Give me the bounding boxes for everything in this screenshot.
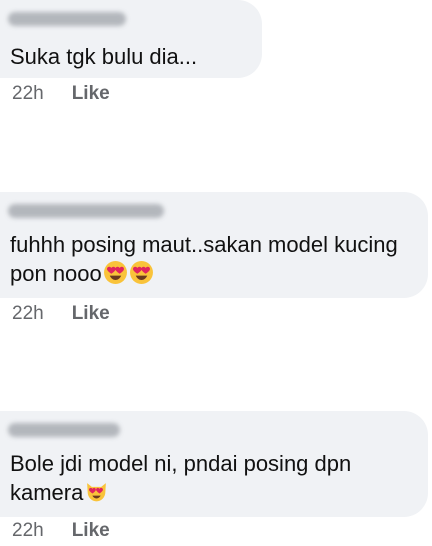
like-button[interactable]: Like [72, 303, 110, 325]
comment-text: Bole jdi model ni, pndai posing dpn kame… [10, 451, 352, 505]
comment-text: Suka tgk bulu dia... [10, 44, 198, 69]
comment-timestamp[interactable]: 22h [12, 520, 44, 542]
heart-eyes-emoji [103, 260, 128, 285]
author-name-blurred[interactable] [8, 423, 120, 437]
comment-meta: 22h Like [12, 83, 110, 105]
comment-bubble: fuhhh posing maut..sakan model kucing po… [0, 192, 428, 298]
like-button[interactable]: Like [72, 83, 110, 105]
author-name-blurred[interactable] [8, 204, 164, 218]
comment-meta: 22h Like [12, 303, 110, 325]
comment-feed: Suka tgk bulu dia... 22h Like fuhhh posi… [0, 0, 432, 546]
comment-bubble: Bole jdi model ni, pndai posing dpn kame… [0, 411, 428, 517]
comment-timestamp[interactable]: 22h [12, 83, 44, 105]
author-name-blurred[interactable] [8, 12, 126, 26]
heart-eyes-emoji [129, 260, 154, 285]
comment-text: fuhhh posing maut..sakan model kucing po… [10, 232, 398, 286]
like-button[interactable]: Like [72, 520, 110, 542]
comment-meta: 22h Like [12, 520, 110, 542]
heart-eyes-cat-emoji [84, 479, 109, 504]
comment-bubble: Suka tgk bulu dia... [0, 0, 262, 78]
comment-timestamp[interactable]: 22h [12, 303, 44, 325]
